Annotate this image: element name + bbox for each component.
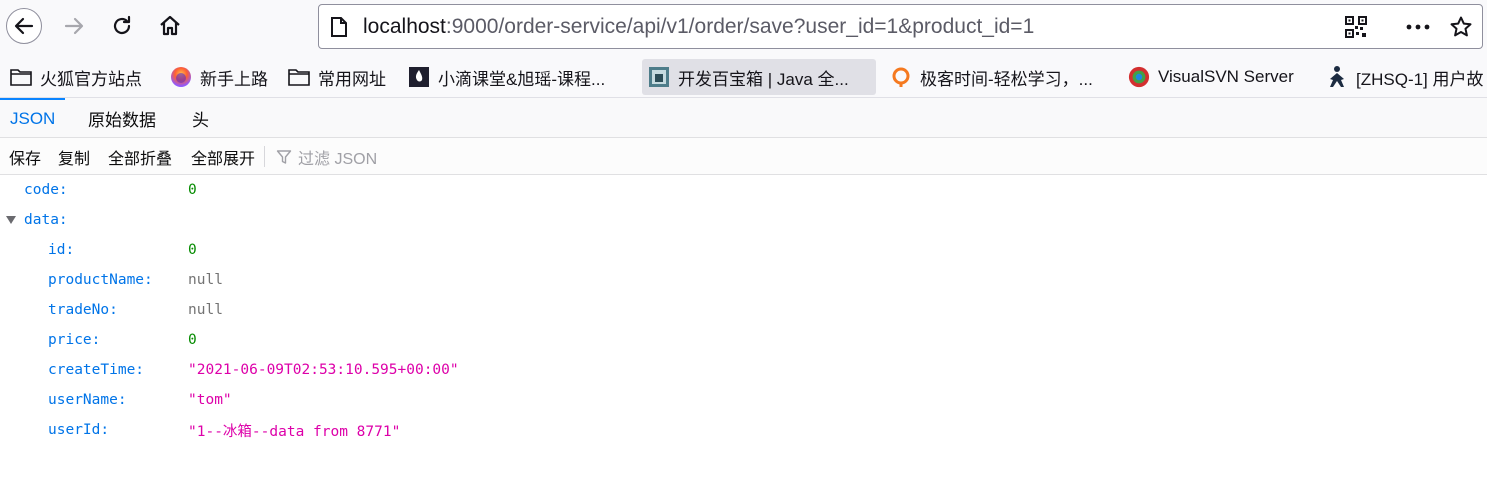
- json-key: code:: [24, 182, 68, 198]
- folder-icon: [10, 66, 32, 88]
- bookmark-label: [ZHSQ-1] 用户故: [1356, 69, 1484, 89]
- expand-toggle-icon[interactable]: [5, 215, 17, 225]
- json-value: "1--冰箱--data from 8771": [188, 423, 401, 440]
- page-icon: [331, 17, 347, 37]
- tree-row-code[interactable]: code: 0: [0, 175, 1487, 205]
- json-toolbar: 保存 复制 全部折叠 全部展开 过滤 JSON: [0, 138, 1487, 175]
- bookmark-label: 极客时间-轻松学习，...: [920, 69, 1093, 89]
- toolbar-divider: [264, 146, 265, 167]
- more-actions-icon[interactable]: [1405, 16, 1431, 38]
- bookmark-label: VisualSVN Server: [1158, 67, 1294, 86]
- filter-icon: [276, 149, 292, 164]
- arrow-right-icon: [64, 17, 84, 35]
- tree-row-createTime[interactable]: createTime: "2021-06-09T02:53:10.595+00:…: [0, 355, 1487, 385]
- json-value: "tom": [188, 392, 232, 408]
- json-key: createTime:: [48, 362, 145, 378]
- arrow-left-icon: [14, 17, 34, 35]
- copy-button[interactable]: 复制: [58, 138, 90, 175]
- filter-json-input[interactable]: 过滤 JSON: [276, 138, 377, 175]
- collapse-all-button[interactable]: 全部折叠: [108, 138, 172, 175]
- back-button[interactable]: [6, 8, 42, 44]
- json-key: userId:: [48, 422, 110, 438]
- bookmark-label: 火狐官方站点: [40, 69, 142, 89]
- bookmark-firefox-official[interactable]: 火狐官方站点: [4, 59, 148, 95]
- navigation-toolbar: localhost:9000/order-service/api/v1/orde…: [0, 0, 1487, 56]
- url-bar[interactable]: localhost:9000/order-service/api/v1/orde…: [318, 4, 1483, 49]
- bookmark-star-icon[interactable]: [1449, 15, 1473, 39]
- tree-row-userName[interactable]: userName: "tom": [0, 385, 1487, 415]
- tab-raw-data[interactable]: 原始数据: [88, 98, 156, 138]
- tree-row-price[interactable]: price: 0: [0, 325, 1487, 355]
- json-key: userName:: [48, 392, 127, 408]
- site-favicon: [648, 66, 670, 88]
- firefox-icon: [170, 66, 192, 88]
- filter-placeholder: 过滤 JSON: [298, 150, 378, 168]
- reload-icon: [113, 15, 131, 35]
- json-value: 0: [188, 182, 197, 198]
- json-value: null: [188, 272, 223, 288]
- geektime-icon: [890, 66, 912, 88]
- json-value: 0: [188, 332, 197, 348]
- expand-all-button[interactable]: 全部展开: [191, 138, 255, 175]
- json-key: data:: [24, 212, 68, 228]
- json-value: 0: [188, 242, 197, 258]
- json-value: null: [188, 302, 223, 318]
- tree-row-userId[interactable]: userId: "1--冰箱--data from 8771": [0, 415, 1487, 445]
- url-path: :9000/order-service/api/v1/order/save?us…: [445, 15, 1035, 38]
- home-button[interactable]: [152, 8, 188, 44]
- bookmark-label: 常用网址: [318, 69, 386, 89]
- tree-row-productName[interactable]: productName: null: [0, 265, 1487, 295]
- json-value: "2021-06-09T02:53:10.595+00:00": [188, 362, 459, 378]
- visualsvn-icon: [1128, 66, 1150, 88]
- json-key: price:: [48, 332, 101, 348]
- site-favicon: [408, 66, 430, 88]
- json-key: productName:: [48, 272, 153, 288]
- bookmarks-toolbar: 火狐官方站点 新手上路 常用网址 小滴课堂&旭瑶-课程... 开发百宝箱 | J…: [0, 56, 1487, 98]
- reload-button[interactable]: [104, 8, 140, 44]
- url-text[interactable]: localhost:9000/order-service/api/v1/orde…: [363, 15, 1034, 39]
- tab-headers[interactable]: 头: [192, 98, 209, 138]
- bookmark-dev-toolbox[interactable]: 开发百宝箱 | Java 全...: [642, 59, 876, 95]
- tree-row-id[interactable]: id: 0: [0, 235, 1487, 265]
- bookmark-xdclass[interactable]: 小滴课堂&旭瑶-课程...: [402, 59, 611, 95]
- bookmark-visualsvn[interactable]: VisualSVN Server: [1122, 59, 1300, 95]
- tree-row-tradeNo[interactable]: tradeNo: null: [0, 295, 1487, 325]
- bookmark-geektime[interactable]: 极客时间-轻松学习，...: [884, 59, 1099, 95]
- tree-row-data[interactable]: data:: [0, 205, 1487, 235]
- bookmark-jira-story[interactable]: [ZHSQ-1] 用户故: [1320, 59, 1487, 95]
- bookmark-getting-started[interactable]: 新手上路: [164, 59, 274, 95]
- save-button[interactable]: 保存: [9, 138, 41, 175]
- jira-icon: [1326, 66, 1348, 88]
- bookmark-label: 开发百宝箱 | Java 全...: [678, 69, 849, 89]
- url-host: localhost: [363, 15, 446, 38]
- json-key: tradeNo:: [48, 302, 118, 318]
- forward-button[interactable]: [56, 8, 92, 44]
- home-icon: [160, 15, 180, 36]
- json-key: id:: [48, 242, 75, 258]
- bookmark-common-sites[interactable]: 常用网址: [282, 59, 392, 95]
- bookmark-label: 小滴课堂&旭瑶-课程...: [438, 69, 606, 89]
- json-viewer-tabs: JSON 原始数据 头: [0, 98, 1487, 138]
- bookmark-label: 新手上路: [200, 69, 268, 89]
- tab-json[interactable]: JSON: [0, 98, 66, 138]
- folder-icon: [288, 66, 310, 88]
- qr-code-icon[interactable]: [1345, 16, 1367, 38]
